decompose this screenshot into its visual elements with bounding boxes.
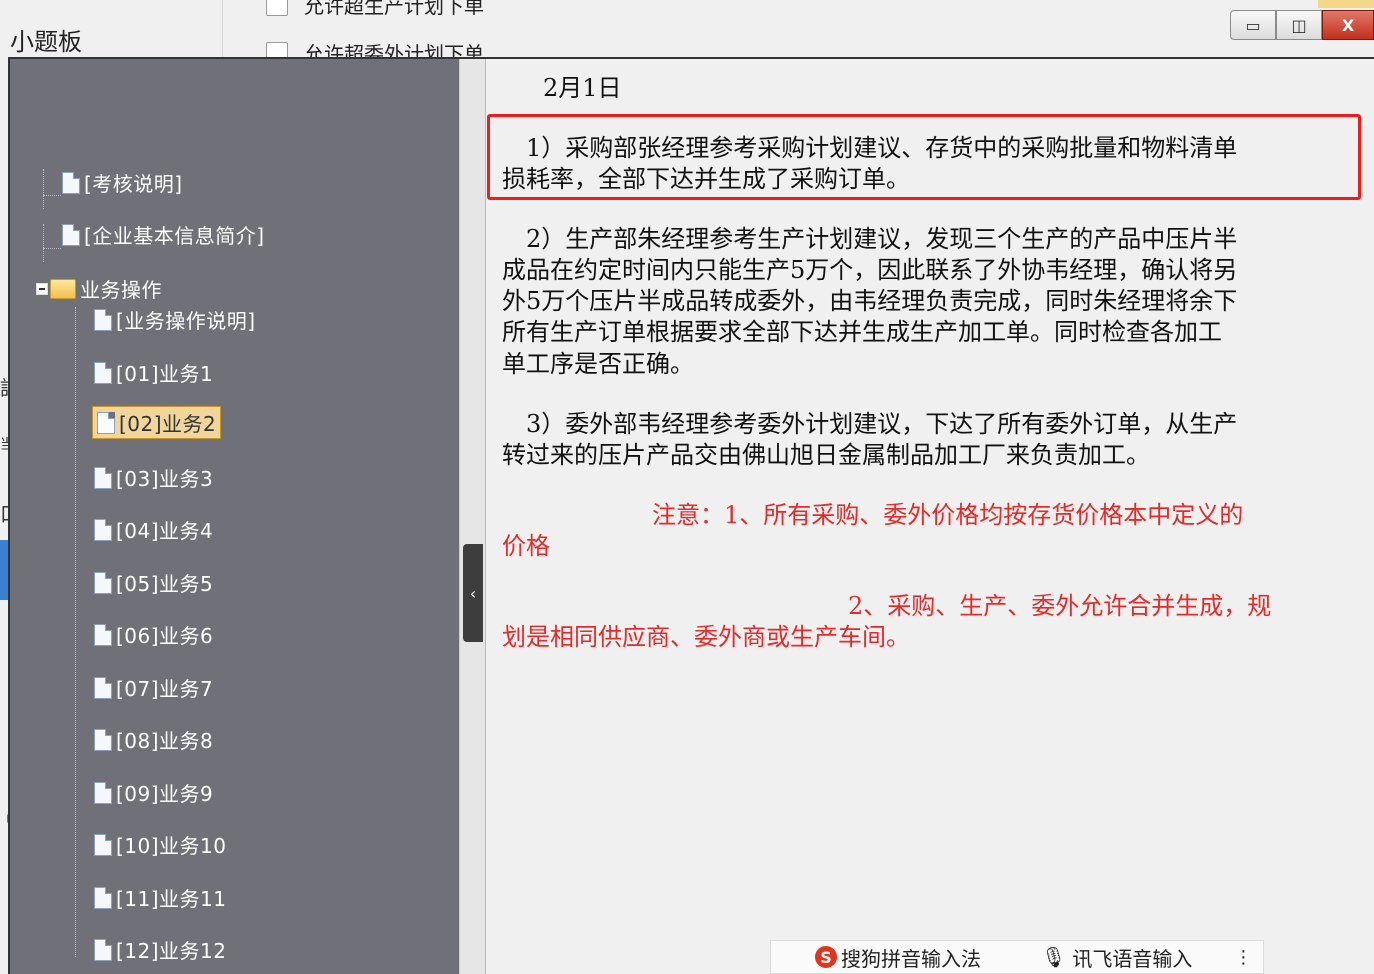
sogou-ime-label[interactable]: 搜狗拼音输入法 (841, 943, 981, 972)
tree-item-task-08[interactable]: [08]业务8 (94, 725, 213, 754)
tree-connector (43, 224, 44, 262)
collapse-toggle-icon[interactable] (36, 282, 48, 295)
tree-item-label: [04]业务4 (116, 519, 214, 543)
close-button[interactable]: X (1322, 10, 1374, 40)
document-icon (94, 571, 112, 594)
tree-item-task-07[interactable]: [07]业务7 (94, 673, 213, 702)
tree-item-label: [企业基本信息简介] (84, 224, 265, 248)
tree-item-exam-instructions[interactable]: [考核说明] (62, 168, 183, 197)
sogou-logo-icon: S (815, 946, 837, 968)
document-icon (94, 886, 112, 909)
tree-item-task-10[interactable]: [10]业务10 (94, 830, 227, 859)
tree-item-label: [11]业务11 (116, 887, 227, 911)
tree-item-label: [09]业务9 (116, 782, 214, 806)
tree-item-label: [业务操作说明] (116, 309, 256, 333)
tree-item-label: [08]业务8 (116, 729, 214, 753)
tree-connector (75, 307, 76, 957)
tree-item-label: [03]业务3 (116, 467, 214, 491)
title-bar: 小题板 ▭ ◫ X (0, 0, 1374, 58)
paragraph-2-line: 单工序是否正确。 (502, 350, 694, 378)
document-icon (62, 223, 80, 246)
tree-item-label: [12]业务12 (116, 939, 227, 963)
tree-item-task-06[interactable]: [06]业务6 (94, 620, 213, 649)
ime-toolbar[interactable]: S 搜狗拼音输入法 🎙 讯飞语音输入 ⋮ (770, 940, 1264, 974)
tree-item-task-03[interactable]: [03]业务3 (94, 463, 213, 492)
more-options-icon[interactable]: ⋮ (1234, 947, 1252, 968)
tree-item-label: [考核说明] (84, 172, 183, 196)
tree-item-task-09[interactable]: [09]业务9 (94, 778, 213, 807)
tree-item-task-12[interactable]: [12]业务12 (94, 935, 227, 964)
paragraph-2-line: 成品在约定时间内只能生产5万个，因此联系了外协韦经理，确认将另 (502, 256, 1238, 284)
document-icon (94, 676, 112, 699)
title-divider (222, 0, 223, 58)
tree-folder-business-ops[interactable]: 业务操作 (36, 274, 162, 303)
tree-item-label: [05]业务5 (116, 572, 214, 596)
tree-item-label: [02]业务2 (119, 412, 217, 436)
document-icon (94, 623, 112, 646)
window-title: 小题板 (10, 28, 82, 56)
document-icon (94, 466, 112, 489)
tree-item-label: [01]业务1 (116, 362, 214, 386)
tree-item-task-02[interactable]: [02]业务2 (92, 406, 222, 439)
note-2-line: 划是相同供应商、委外商或生产车间。 (502, 623, 910, 651)
paragraph-3-line: 转过来的压片产品交由佛山旭日金属制品加工厂来负责加工。 (502, 441, 1150, 469)
tree-item-label: [10]业务10 (116, 834, 227, 858)
microphone-icon[interactable]: 🎙 (1041, 945, 1066, 969)
tree-item-task-04[interactable]: [04]业务4 (94, 515, 213, 544)
paragraph-3-line: 3）委外部韦经理参考委外计划建议，下达了所有委外订单，从生产 (526, 410, 1238, 438)
note-1-line: 价格 (502, 532, 550, 560)
document-icon (94, 728, 112, 751)
document-icon (62, 171, 80, 194)
minimize-button[interactable]: ▭ (1230, 10, 1276, 40)
document-icon (94, 938, 112, 961)
panel-splitter[interactable] (459, 59, 486, 974)
tree-item-task-01[interactable]: [01]业务1 (94, 358, 213, 387)
document-icon (94, 781, 112, 804)
tree-panel[interactable]: [考核说明] [企业基本信息简介] 业务操作 [业务操作说明] [01]业务1 … (10, 59, 459, 974)
tree-item-label: 业务操作 (80, 278, 162, 302)
paragraph-1-line: 1）采购部张经理参考采购计划建议、存货中的采购批量和物料清单 (526, 134, 1238, 162)
note-1-line: 注意：1、所有采购、委外价格均按存货价格本中定义的 (652, 501, 1244, 529)
tree-connector (43, 195, 61, 196)
background-blue-tab (0, 540, 8, 600)
tree-item-ops-instructions[interactable]: [业务操作说明] (94, 305, 256, 334)
paragraph-2-line: 2）生产部朱经理参考生产计划建议，发现三个生产的产品中压片半 (526, 225, 1238, 253)
folder-icon (50, 278, 76, 299)
xunfei-voice-label[interactable]: 讯飞语音输入 (1072, 943, 1192, 972)
tree-item-task-11[interactable]: [11]业务11 (94, 883, 227, 912)
note-2-line: 2、采购、生产、委外允许合并生成，规 (848, 592, 1272, 620)
content-date: 2月1日 (543, 74, 622, 102)
document-icon (94, 361, 112, 384)
document-icon (97, 411, 115, 434)
maximize-button[interactable]: ◫ (1276, 10, 1322, 40)
document-icon (94, 518, 112, 541)
tree-item-task-05[interactable]: [05]业务5 (94, 568, 213, 597)
paragraph-1-line: 损耗率，全部下达并生成了采购订单。 (502, 165, 910, 193)
tree-item-company-info[interactable]: [企业基本信息简介] (62, 220, 265, 249)
document-icon (94, 833, 112, 856)
document-icon (94, 308, 112, 331)
collapse-panel-button[interactable]: ‹ (463, 544, 483, 642)
tree-item-label: [06]业务6 (116, 624, 214, 648)
tree-connector (43, 169, 44, 209)
tree-connector (43, 248, 61, 249)
tree-item-label-selected: [02]业务2 (92, 406, 222, 439)
tree-item-label: [07]业务7 (116, 677, 214, 701)
background-accent (1318, 0, 1374, 8)
paragraph-2-line: 外5万个压片半成品转成委外，由韦经理负责完成，同时朱经理将余下 (502, 287, 1238, 315)
paragraph-2-line: 所有生产订单根据要求全部下达并生成生产加工单。同时检查各加工 (502, 318, 1222, 346)
